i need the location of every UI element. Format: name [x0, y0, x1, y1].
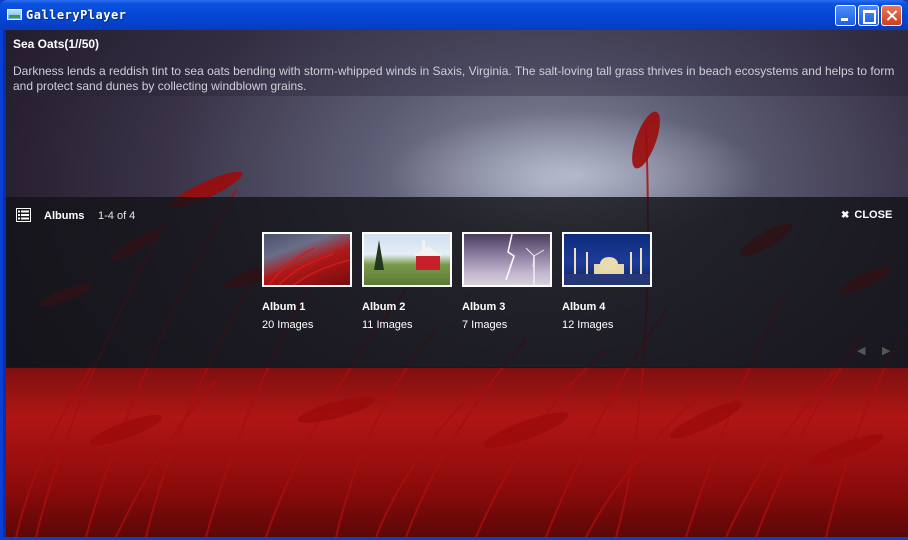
window-title: GalleryPlayer: [26, 8, 127, 22]
prev-arrow-icon[interactable]: ◀: [857, 344, 871, 357]
album-card-3[interactable]: Album 3 7 Images: [462, 232, 552, 331]
photo-info-bar: Sea Oats(1//50) Darkness lends a reddish…: [6, 30, 908, 96]
album-card-1[interactable]: Album 1 20 Images: [262, 232, 352, 331]
album-name[interactable]: Album 2: [362, 301, 452, 313]
album-thumbnail[interactable]: [262, 232, 352, 287]
album-count: 7 Images: [462, 319, 508, 331]
close-panel-button[interactable]: ✖ CLOSE: [841, 209, 892, 221]
album-name[interactable]: Album 4: [562, 301, 652, 313]
close-window-button[interactable]: [881, 5, 902, 26]
albums-panel-title: Albums: [44, 210, 85, 222]
album-count: 20 Images: [262, 319, 314, 331]
albums-range: 1-4 of 4: [98, 210, 136, 222]
close-label: CLOSE: [854, 209, 893, 221]
app-icon: [7, 9, 22, 20]
album-thumbnail[interactable]: [562, 232, 652, 287]
minimize-button[interactable]: [835, 5, 856, 26]
album-count: 12 Images: [562, 319, 614, 331]
gallery-player-window: GalleryPlayer Sea Oats(1//50) Darkness l…: [0, 0, 908, 540]
album-thumbnail[interactable]: [362, 232, 452, 287]
photo-stage: Sea Oats(1//50) Darkness lends a reddish…: [6, 30, 908, 537]
album-count: 11 Images: [362, 319, 413, 331]
list-icon: [16, 208, 31, 222]
album-card-4[interactable]: Album 4 12 Images: [562, 232, 652, 331]
photo-title: Sea Oats(1//50): [13, 37, 100, 51]
title-bar[interactable]: GalleryPlayer: [0, 0, 908, 30]
album-thumbnail[interactable]: [462, 232, 552, 287]
album-name[interactable]: Album 3: [462, 301, 552, 313]
maximize-button[interactable]: [858, 5, 879, 26]
album-card-2[interactable]: Album 2 11 Images: [362, 232, 452, 331]
close-icon: ✖: [841, 210, 850, 221]
photo-description: Darkness lends a reddish tint to sea oat…: [13, 64, 895, 93]
album-name[interactable]: Album 1: [262, 301, 352, 313]
albums-panel: Albums 1-4 of 4 ✖ CLOSE Album 1 20 Images: [6, 197, 908, 368]
next-arrow-icon[interactable]: ▶: [882, 344, 896, 357]
